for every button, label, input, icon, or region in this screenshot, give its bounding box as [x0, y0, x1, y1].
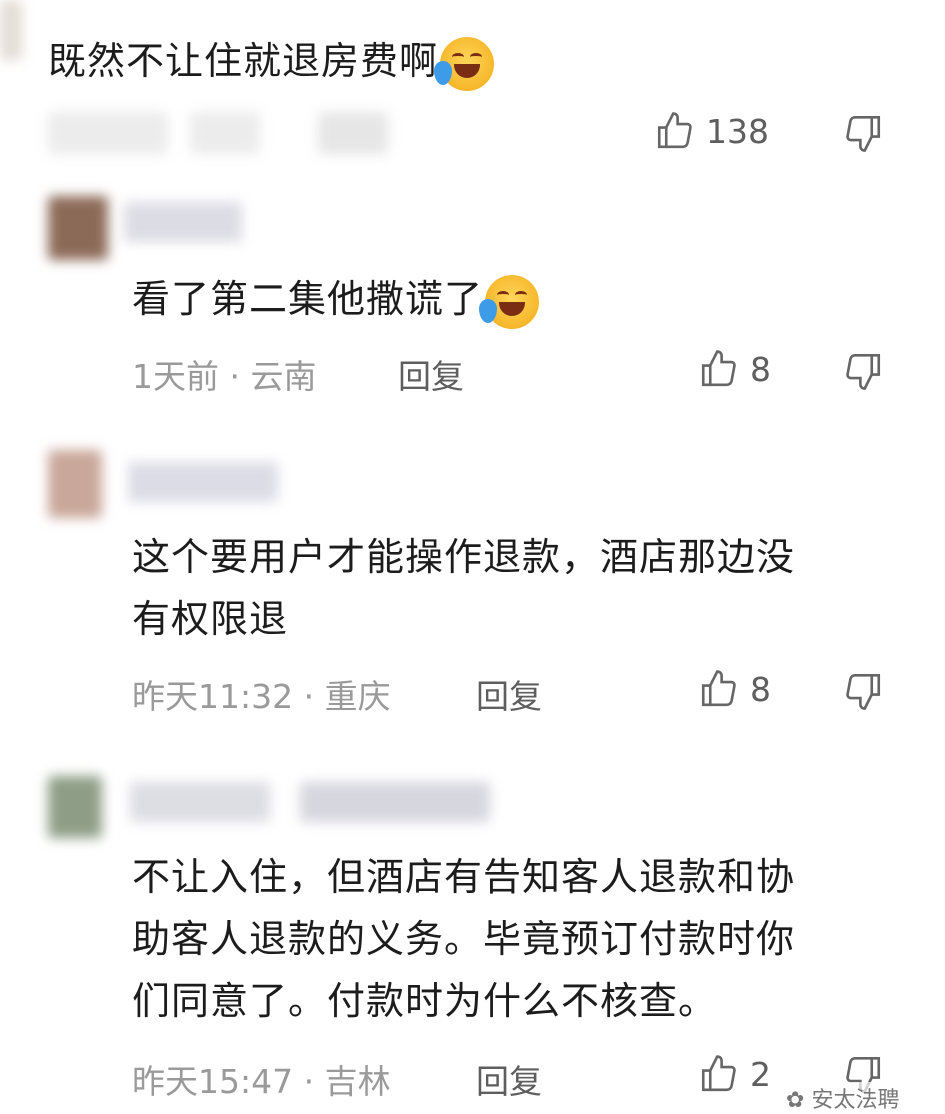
comment-line: 助客人退款的义务。毕竟预订付款时你 — [132, 917, 796, 961]
watermark: ✿ 安太法聘 — [784, 1082, 902, 1114]
watermark-logo-icon: ✿ — [786, 1088, 812, 1113]
thumbs-down-icon — [842, 350, 884, 392]
avatar[interactable] — [48, 776, 102, 838]
like-count: 8 — [750, 350, 771, 389]
comment-text: 不让入住，但酒店有告知客人退款和协 助客人退款的义务。毕竟预订付款时你 们同意了… — [132, 846, 795, 1032]
comment-meta: 1天前 · 云南 — [132, 357, 317, 396]
comment-line: 不让入住，但酒店有告知客人退款和协 — [132, 855, 796, 899]
reply-button[interactable]: 回复 — [476, 1055, 542, 1103]
redacted-meta — [190, 112, 260, 154]
like-button[interactable] — [654, 110, 696, 152]
thumbs-up-icon — [698, 668, 740, 710]
thumbs-up-icon — [698, 1053, 740, 1095]
comment-text: 这个要用户才能操作退款，酒店那边没 有权限退 — [132, 526, 795, 650]
avatar[interactable] — [0, 0, 22, 60]
redacted-username — [128, 462, 278, 502]
redacted-reply — [318, 112, 388, 154]
comment-line: 们同意了。付款时为什么不核查。 — [132, 979, 718, 1023]
comment-line: 有权限退 — [132, 597, 289, 641]
thumbs-down-icon — [842, 670, 884, 712]
redacted-username — [130, 782, 270, 822]
like-button[interactable] — [698, 1053, 740, 1095]
comment-line: 这个要用户才能操作退款，酒店那边没 — [132, 535, 796, 579]
thumbs-up-icon — [698, 348, 740, 390]
redacted-username — [124, 202, 242, 242]
like-button[interactable] — [698, 348, 740, 390]
comment-text: 既然不让住就退房费啊 — [48, 30, 495, 92]
dislike-button[interactable] — [842, 670, 884, 712]
thumbs-up-icon — [654, 110, 696, 152]
reply-button[interactable]: 回复 — [398, 350, 464, 398]
redacted-meta — [48, 112, 168, 154]
laughing-crying-emoji — [479, 274, 540, 329]
comment-text: 看了第二集他撒谎了 — [132, 268, 540, 330]
avatar[interactable] — [48, 196, 108, 260]
thumbs-down-icon — [842, 112, 884, 154]
like-count: 8 — [750, 670, 771, 709]
dislike-button[interactable] — [842, 350, 884, 392]
avatar[interactable] — [48, 450, 102, 518]
comment-meta: 昨天11:32 · 重庆 — [132, 677, 391, 716]
like-button[interactable] — [698, 668, 740, 710]
laughing-crying-emoji — [434, 36, 495, 91]
reply-button[interactable]: 回复 — [476, 670, 542, 718]
like-count: 138 — [706, 112, 769, 151]
comment-meta: 昨天15:47 · 吉林 — [132, 1062, 391, 1101]
like-count: 2 — [750, 1055, 771, 1094]
redacted-username — [300, 782, 490, 822]
dislike-button[interactable] — [842, 112, 884, 154]
